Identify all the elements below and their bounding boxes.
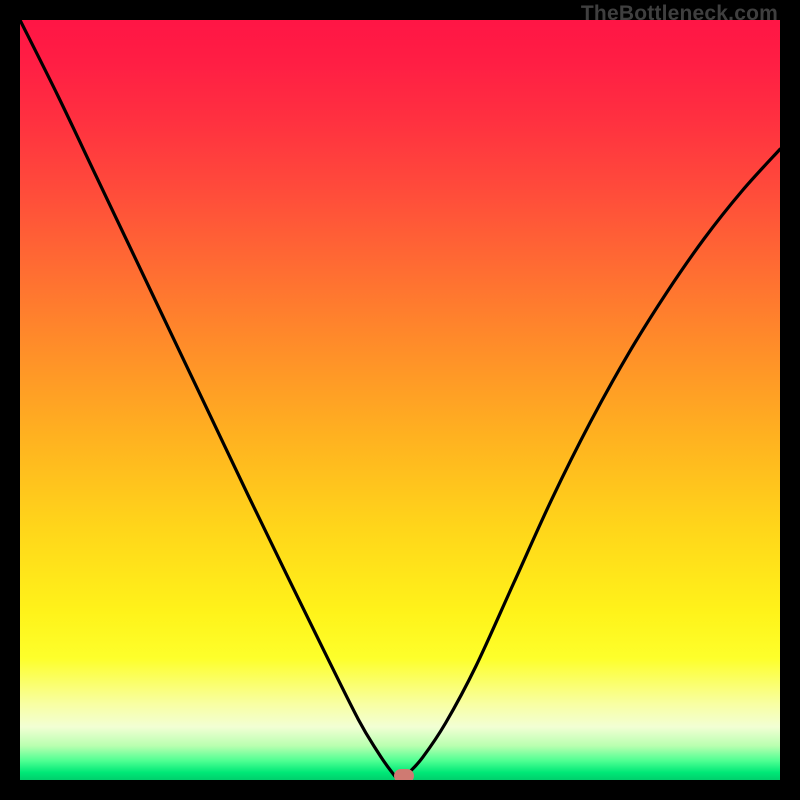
- outer-frame: TheBottleneck.com: [0, 0, 800, 800]
- plot-area: [20, 20, 780, 780]
- optimum-marker: [394, 769, 414, 780]
- bottleneck-curve: [20, 20, 780, 780]
- watermark-text: TheBottleneck.com: [581, 2, 778, 26]
